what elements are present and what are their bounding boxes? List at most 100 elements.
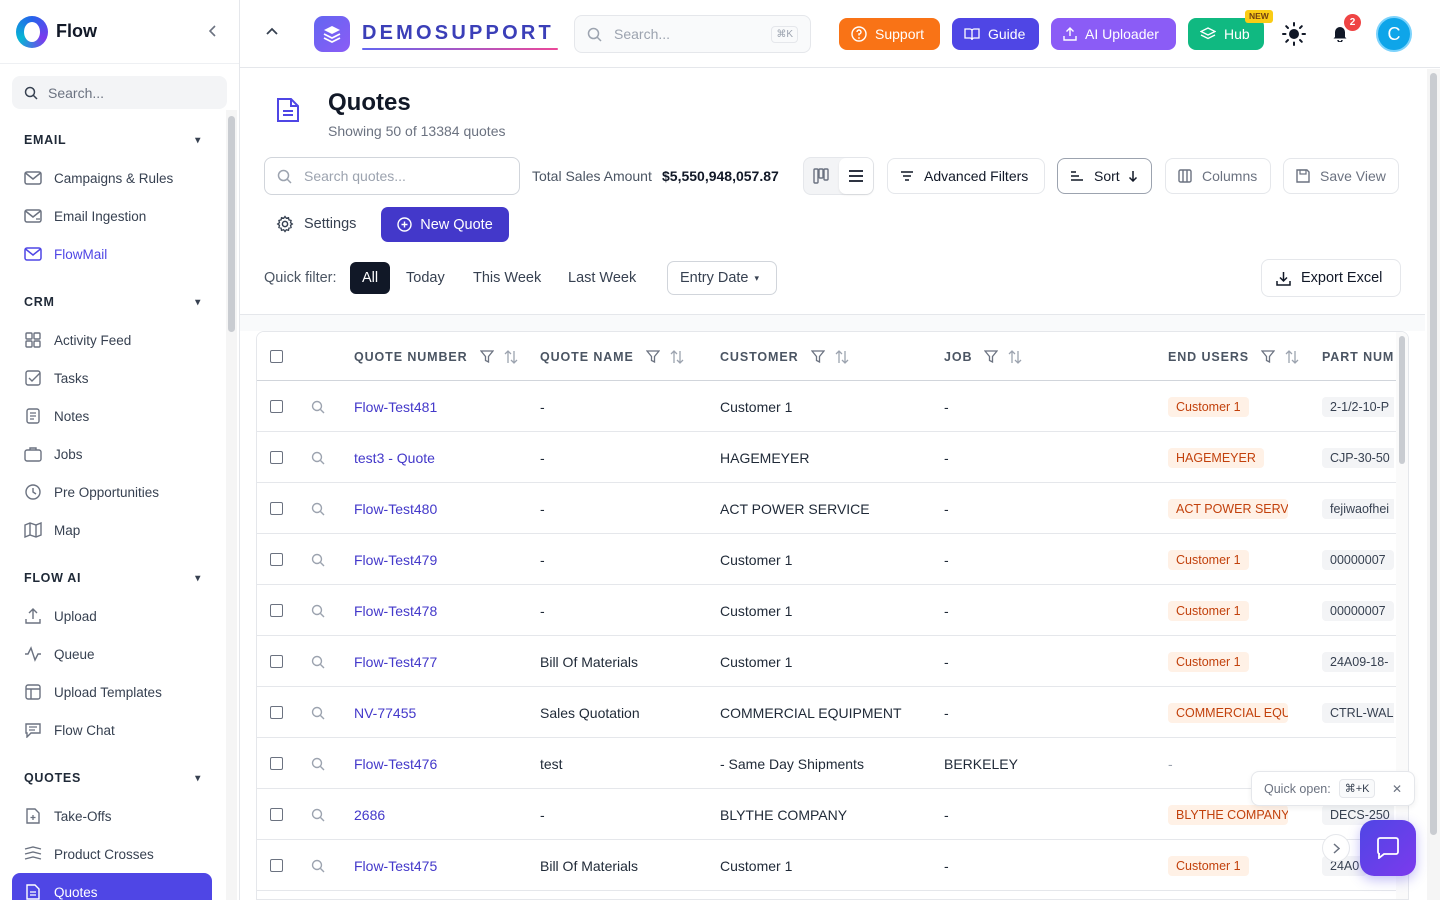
sidebar-item-product-crosses[interactable]: Product Crosses — [0, 835, 225, 873]
quote-number-link[interactable]: Flow-Test478 — [354, 585, 529, 636]
column-customer[interactable]: CUSTOMER — [720, 332, 849, 381]
table-row[interactable]: Flow-Test479- Customer 1- Customer 1 000000… — [257, 534, 1408, 585]
filter-icon[interactable] — [645, 350, 660, 363]
sidebar-item-email-ingestion[interactable]: Email Ingestion — [0, 197, 225, 235]
columns-button[interactable]: Columns — [1165, 158, 1271, 194]
list-view-button[interactable] — [838, 158, 873, 194]
quote-number-link[interactable]: test3 - Quote — [354, 432, 529, 483]
sidebar-item-flowmail[interactable]: FlowMail — [0, 235, 225, 273]
row-checkbox[interactable] — [270, 808, 283, 821]
table-row[interactable]: test3 - Quote - HAGEMEYER - HAGEMEYER CJP-30-… — [257, 432, 1408, 483]
row-checkbox[interactable] — [270, 502, 283, 515]
table-scrollbar[interactable] — [1396, 332, 1408, 899]
workspace-logo-icon[interactable] — [314, 16, 350, 52]
search-icon[interactable] — [311, 687, 325, 738]
quick-filter-last-week[interactable]: Last Week — [556, 262, 648, 294]
column-quote-number[interactable]: QUOTE NUMBER — [354, 332, 518, 381]
chevron-up-icon[interactable] — [266, 24, 278, 38]
user-avatar[interactable]: C — [1376, 16, 1412, 52]
quote-number-link[interactable]: Flow-Test475 — [354, 840, 529, 891]
table-row[interactable]: 2686- BLYTHE COMPANY - BLYTHE COMPANY DECS-2… — [257, 789, 1408, 840]
quick-filter-all[interactable]: All — [350, 262, 391, 294]
quick-filter-this-week[interactable]: This Week — [461, 262, 553, 294]
sidebar-item-jobs[interactable]: Jobs — [0, 435, 225, 473]
search-icon[interactable] — [311, 789, 325, 840]
export-excel-button[interactable]: Export Excel — [1261, 259, 1401, 297]
table-row[interactable]: Flow-Test477 Bill Of Materials Customer 1 -… — [257, 636, 1408, 687]
page-scrollbar[interactable] — [1427, 69, 1440, 900]
sort-arrows-icon[interactable] — [835, 349, 849, 364]
quote-number-link[interactable]: Flow-Test477 — [354, 636, 529, 687]
quote-search-input[interactable]: Search quotes... — [264, 157, 520, 195]
search-icon[interactable] — [311, 840, 325, 891]
save-view-button[interactable]: Save View — [1283, 158, 1399, 194]
sidebar-item-upload[interactable]: Upload — [0, 597, 225, 635]
advanced-filters-button[interactable]: Advanced Filters — [887, 158, 1045, 194]
section-quotes[interactable]: QUOTES ▾ — [0, 759, 225, 797]
table-row[interactable]: Flow-Test476 test - Same Day Shipments BERK… — [257, 738, 1408, 789]
quote-number-link[interactable]: Flow-Test481 — [354, 381, 529, 432]
table-row[interactable]: Flow-Test480- ACT POWER SERVICE - ACT POWER… — [257, 483, 1408, 534]
sort-button[interactable]: Sort — [1057, 158, 1152, 194]
workspace-name[interactable]: DEMOSUPPORT — [362, 22, 554, 45]
column-end-users[interactable]: END USERS — [1168, 332, 1299, 381]
sort-arrows-icon[interactable] — [504, 349, 518, 364]
chevron-right-icon[interactable] — [1322, 834, 1350, 862]
sort-arrows-icon[interactable] — [1285, 349, 1299, 364]
sidebar-scrollbar[interactable] — [228, 116, 235, 332]
sidebar-search-input[interactable]: Search... — [12, 76, 227, 109]
sidebar-item-upload-templates[interactable]: Upload Templates — [0, 673, 225, 711]
filter-icon[interactable] — [479, 350, 494, 363]
quote-number-link[interactable]: Flow-Test480 — [354, 483, 529, 534]
search-icon[interactable] — [311, 585, 325, 636]
section-flow-ai[interactable]: FLOW AI ▾ — [0, 559, 225, 597]
support-button[interactable]: Support — [839, 18, 940, 50]
row-checkbox[interactable] — [270, 553, 283, 566]
kanban-view-button[interactable] — [804, 158, 839, 194]
search-icon[interactable] — [311, 381, 325, 432]
sidebar-item-notes[interactable]: Notes — [0, 397, 225, 435]
column-quote-name[interactable]: QUOTE NAME — [540, 332, 684, 381]
row-checkbox[interactable] — [270, 757, 283, 770]
search-icon[interactable] — [311, 738, 325, 789]
sidebar-item-campaigns-rules[interactable]: Campaigns & Rules — [0, 159, 225, 197]
sidebar-item-queue[interactable]: Queue — [0, 635, 225, 673]
close-icon[interactable]: ✕ — [1392, 782, 1402, 796]
global-search-input[interactable]: Search... ⌘K — [574, 15, 811, 53]
select-all-checkbox[interactable] — [270, 350, 283, 363]
filter-icon[interactable] — [1261, 350, 1276, 363]
row-checkbox[interactable] — [270, 706, 283, 719]
filter-icon[interactable] — [810, 350, 825, 363]
search-icon[interactable] — [311, 636, 325, 687]
settings-button[interactable]: Settings — [276, 215, 356, 233]
theme-toggle-sun-icon[interactable] — [1282, 22, 1306, 49]
guide-button[interactable]: Guide — [952, 18, 1039, 50]
table-row[interactable]: Flow-Test475 Bill Of Materials Customer 1 -… — [257, 840, 1408, 891]
sidebar-item-pre-opportunities[interactable]: Pre Opportunities — [0, 473, 225, 511]
quote-number-link[interactable]: 2686 — [354, 789, 529, 840]
sidebar-item-quotes[interactable]: Quotes — [12, 873, 212, 900]
sidebar-item-tasks[interactable]: Tasks — [0, 359, 225, 397]
column-job[interactable]: JOB — [944, 332, 1022, 381]
chat-launcher-button[interactable] — [1360, 820, 1416, 876]
sort-arrows-icon[interactable] — [1008, 349, 1022, 364]
quick-filter-today[interactable]: Today — [394, 262, 457, 294]
row-checkbox[interactable] — [270, 604, 283, 617]
column-part-number[interactable]: PART NUMI — [1322, 332, 1394, 381]
collapse-sidebar-icon[interactable] — [203, 24, 223, 40]
section-crm[interactable]: CRM ▾ — [0, 283, 225, 321]
row-checkbox[interactable] — [270, 451, 283, 464]
sidebar-item-take-offs[interactable]: Take-Offs — [0, 797, 225, 835]
quote-number-link[interactable]: Flow-Test479 — [354, 534, 529, 585]
quote-number-link[interactable]: Flow-Test476 — [354, 738, 529, 789]
date-field-select[interactable]: Entry Date ▾ — [667, 261, 777, 295]
new-quote-button[interactable]: New Quote — [381, 207, 509, 242]
table-row[interactable]: NV-77455 Sales Quotation COMMERCIAL EQUIPM… — [257, 687, 1408, 738]
row-checkbox[interactable] — [270, 859, 283, 872]
table-row[interactable]: Flow-Test481- Customer 1- Customer 1 2-1/2-… — [257, 381, 1408, 432]
section-email[interactable]: EMAIL ▾ — [0, 121, 225, 159]
sidebar-item-map[interactable]: Map — [0, 511, 225, 549]
sidebar-item-activity-feed[interactable]: Activity Feed — [0, 321, 225, 359]
search-icon[interactable] — [311, 483, 325, 534]
ai-uploader-button[interactable]: AI Uploader — [1051, 18, 1176, 50]
